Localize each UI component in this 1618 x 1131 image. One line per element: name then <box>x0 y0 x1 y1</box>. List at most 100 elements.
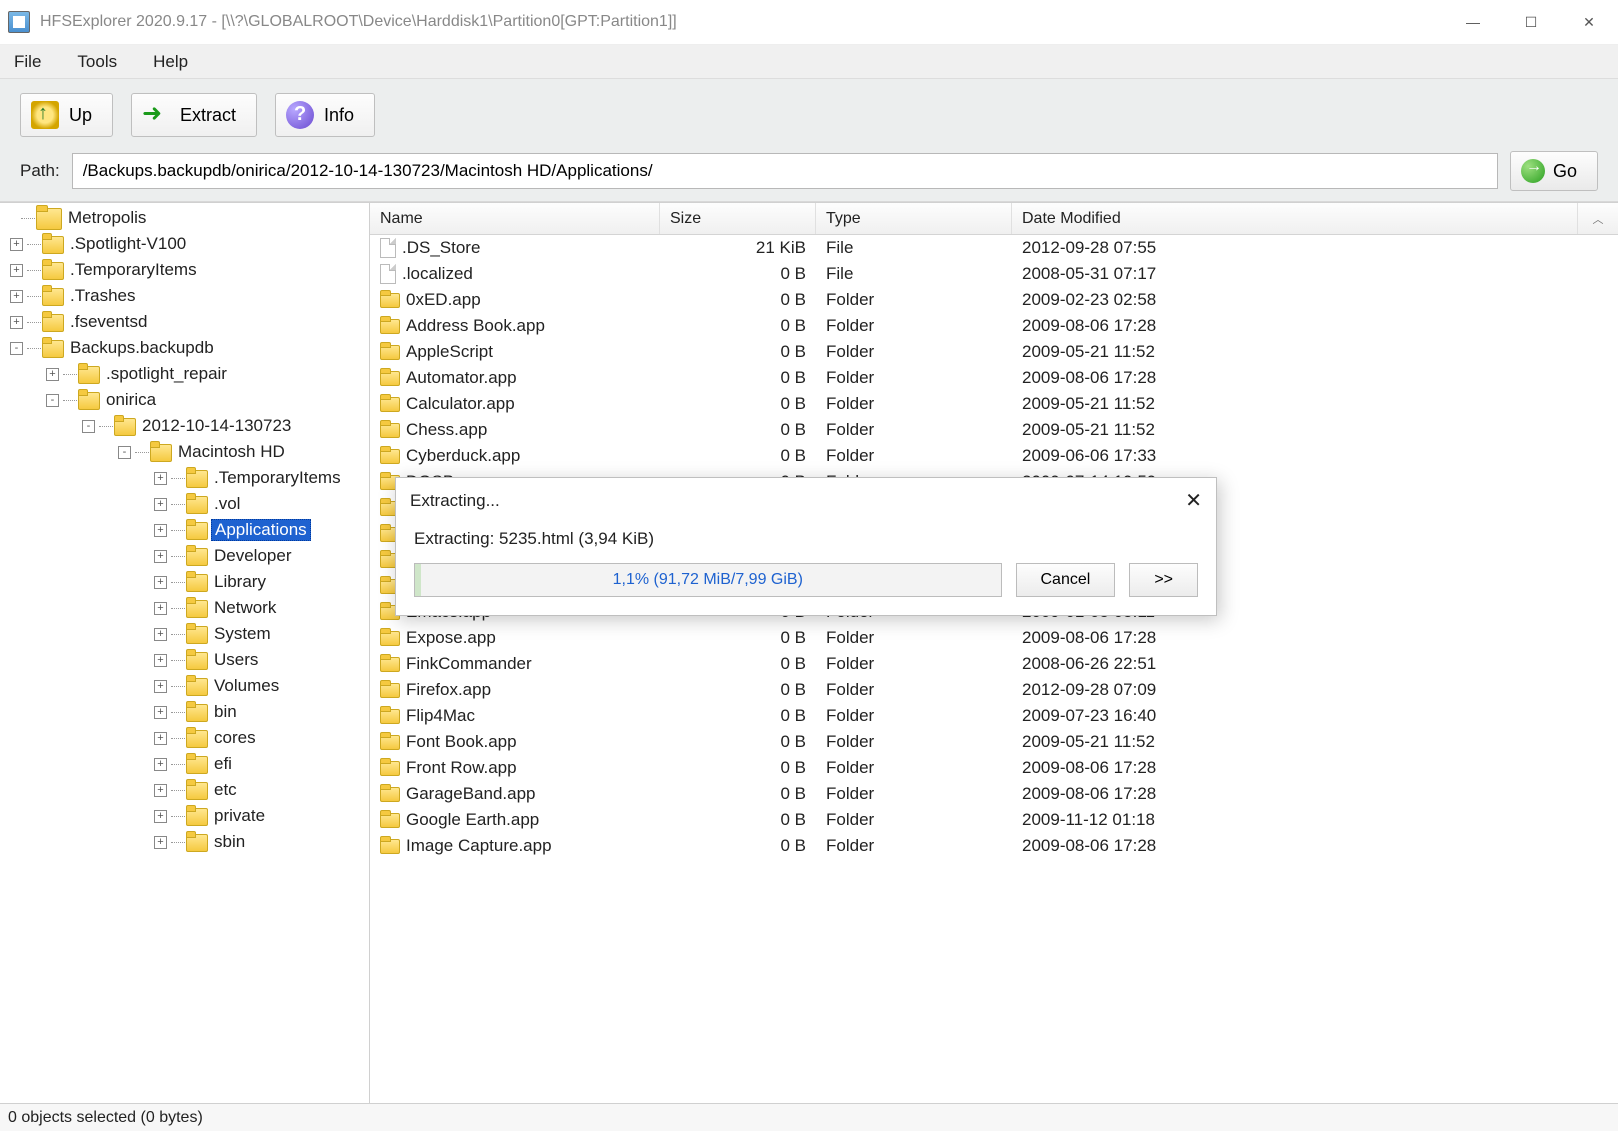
file-row[interactable]: AppleScript0 BFolder2009-05-21 11:52 <box>370 339 1618 365</box>
file-row[interactable]: Automator.app0 BFolder2009-08-06 17:28 <box>370 365 1618 391</box>
file-row[interactable]: Cyberduck.app0 BFolder2009-06-06 17:33 <box>370 443 1618 469</box>
cancel-button[interactable]: Cancel <box>1016 563 1116 597</box>
tree-item[interactable]: +.TemporaryItems <box>0 465 369 491</box>
expand-icon[interactable]: + <box>154 732 167 745</box>
file-row[interactable]: GarageBand.app0 BFolder2009-08-06 17:28 <box>370 781 1618 807</box>
file-row[interactable]: 0xED.app0 BFolder2009-02-23 02:58 <box>370 287 1618 313</box>
expand-icon[interactable]: + <box>154 810 167 823</box>
collapse-icon[interactable]: - <box>82 420 95 433</box>
expand-icon[interactable]: + <box>10 290 23 303</box>
file-row[interactable]: .localized0 BFile2008-05-31 07:17 <box>370 261 1618 287</box>
file-size: 0 B <box>660 654 816 674</box>
file-row[interactable]: Expose.app0 BFolder2009-08-06 17:28 <box>370 625 1618 651</box>
tree-item[interactable]: +sbin <box>0 829 369 855</box>
expand-icon[interactable]: + <box>10 264 23 277</box>
file-type: Folder <box>816 706 1012 726</box>
expand-icon[interactable]: + <box>154 628 167 641</box>
extract-button[interactable]: Extract <box>131 93 257 137</box>
file-name: Address Book.app <box>406 316 545 336</box>
folder-icon <box>380 787 400 802</box>
col-name[interactable]: Name <box>370 203 660 234</box>
maximize-button[interactable]: ☐ <box>1502 0 1560 45</box>
expand-icon[interactable]: + <box>154 680 167 693</box>
expand-icon[interactable]: + <box>154 498 167 511</box>
tree-item[interactable]: +.Trashes <box>0 283 369 309</box>
file-row[interactable]: FinkCommander0 BFolder2008-06-26 22:51 <box>370 651 1618 677</box>
tree-item[interactable]: - 2012-10-14-130723 <box>0 413 369 439</box>
expand-icon[interactable]: + <box>10 238 23 251</box>
tree-item[interactable]: +.vol <box>0 491 369 517</box>
expand-icon[interactable]: + <box>154 472 167 485</box>
tree-item[interactable]: +private <box>0 803 369 829</box>
tree-item[interactable]: +Applications <box>0 517 369 543</box>
tree-item[interactable]: +etc <box>0 777 369 803</box>
expand-icon[interactable]: + <box>154 602 167 615</box>
col-date[interactable]: Date Modified <box>1012 203 1578 234</box>
tree-item[interactable]: + cores <box>0 725 369 751</box>
collapse-icon[interactable]: - <box>10 342 23 355</box>
file-row[interactable]: Firefox.app0 BFolder2012-09-28 07:09 <box>370 677 1618 703</box>
tree-item[interactable]: +Volumes <box>0 673 369 699</box>
file-date: 2009-08-06 17:28 <box>1012 628 1232 648</box>
file-row[interactable]: Address Book.app0 BFolder2009-08-06 17:2… <box>370 313 1618 339</box>
file-row[interactable]: Font Book.app0 BFolder2009-05-21 11:52 <box>370 729 1618 755</box>
path-input[interactable] <box>72 153 1498 189</box>
expand-icon[interactable]: + <box>154 784 167 797</box>
expand-icon[interactable]: + <box>154 836 167 849</box>
tree-item[interactable]: +efi <box>0 751 369 777</box>
minimize-button[interactable]: — <box>1444 0 1502 45</box>
file-size: 21 KiB <box>660 238 816 258</box>
tree-pane[interactable]: Metropolis+.Spotlight-V100+.TemporaryIte… <box>0 203 370 1103</box>
info-button[interactable]: Info <box>275 93 375 137</box>
expand-icon[interactable]: + <box>154 758 167 771</box>
expand-icon[interactable]: + <box>154 550 167 563</box>
file-row[interactable]: Flip4Mac0 BFolder2009-07-23 16:40 <box>370 703 1618 729</box>
dialog-close-icon[interactable]: ✕ <box>1185 488 1202 513</box>
tree-item[interactable]: +System <box>0 621 369 647</box>
sort-indicator[interactable]: ︿ <box>1578 211 1618 227</box>
tree-label: Users <box>211 650 261 670</box>
menu-help[interactable]: Help <box>145 48 196 76</box>
tree-item[interactable]: +Network <box>0 595 369 621</box>
col-type[interactable]: Type <box>816 203 1012 234</box>
tree-item[interactable]: + Users <box>0 647 369 673</box>
expand-icon[interactable]: + <box>154 524 167 537</box>
tree-item[interactable]: +.fseventsd <box>0 309 369 335</box>
tree-item[interactable]: +bin <box>0 699 369 725</box>
expand-icon[interactable]: + <box>154 706 167 719</box>
menu-tools[interactable]: Tools <box>69 48 125 76</box>
tree-item[interactable]: -Backups.backupdb <box>0 335 369 361</box>
expand-icon[interactable]: + <box>154 654 167 667</box>
menu-file[interactable]: File <box>6 48 49 76</box>
close-button[interactable]: ✕ <box>1560 0 1618 45</box>
tree-item[interactable]: -onirica <box>0 387 369 413</box>
file-row[interactable]: .DS_Store21 KiBFile2012-09-28 07:55 <box>370 235 1618 261</box>
file-pane[interactable]: Name Size Type Date Modified ︿ .DS_Store… <box>370 203 1618 1103</box>
tree-item[interactable]: +Developer <box>0 543 369 569</box>
more-button[interactable]: >> <box>1129 563 1198 597</box>
folder-icon <box>42 340 62 356</box>
go-button[interactable]: Go <box>1510 151 1598 191</box>
tree-label: cores <box>211 728 259 748</box>
file-row[interactable]: Chess.app0 BFolder2009-05-21 11:52 <box>370 417 1618 443</box>
tree-item[interactable]: -Macintosh HD <box>0 439 369 465</box>
collapse-icon[interactable]: - <box>46 394 59 407</box>
collapse-icon[interactable]: - <box>118 446 131 459</box>
tree-item[interactable]: +.Spotlight-V100 <box>0 231 369 257</box>
tree-item[interactable]: Metropolis <box>0 205 369 231</box>
file-row[interactable]: Calculator.app0 BFolder2009-05-21 11:52 <box>370 391 1618 417</box>
file-row[interactable]: Front Row.app0 BFolder2009-08-06 17:28 <box>370 755 1618 781</box>
folder-icon <box>186 756 206 772</box>
up-button[interactable]: Up <box>20 93 113 137</box>
tree-item[interactable]: +Library <box>0 569 369 595</box>
tree-label: 2012-10-14-130723 <box>139 416 294 436</box>
col-size[interactable]: Size <box>660 203 816 234</box>
file-row[interactable]: Google Earth.app0 BFolder2009-11-12 01:1… <box>370 807 1618 833</box>
expand-icon[interactable]: + <box>10 316 23 329</box>
folder-icon <box>380 657 400 672</box>
expand-icon[interactable]: + <box>154 576 167 589</box>
expand-icon[interactable]: + <box>46 368 59 381</box>
file-row[interactable]: Image Capture.app0 BFolder2009-08-06 17:… <box>370 833 1618 859</box>
tree-item[interactable]: +.spotlight_repair <box>0 361 369 387</box>
tree-item[interactable]: +.TemporaryItems <box>0 257 369 283</box>
